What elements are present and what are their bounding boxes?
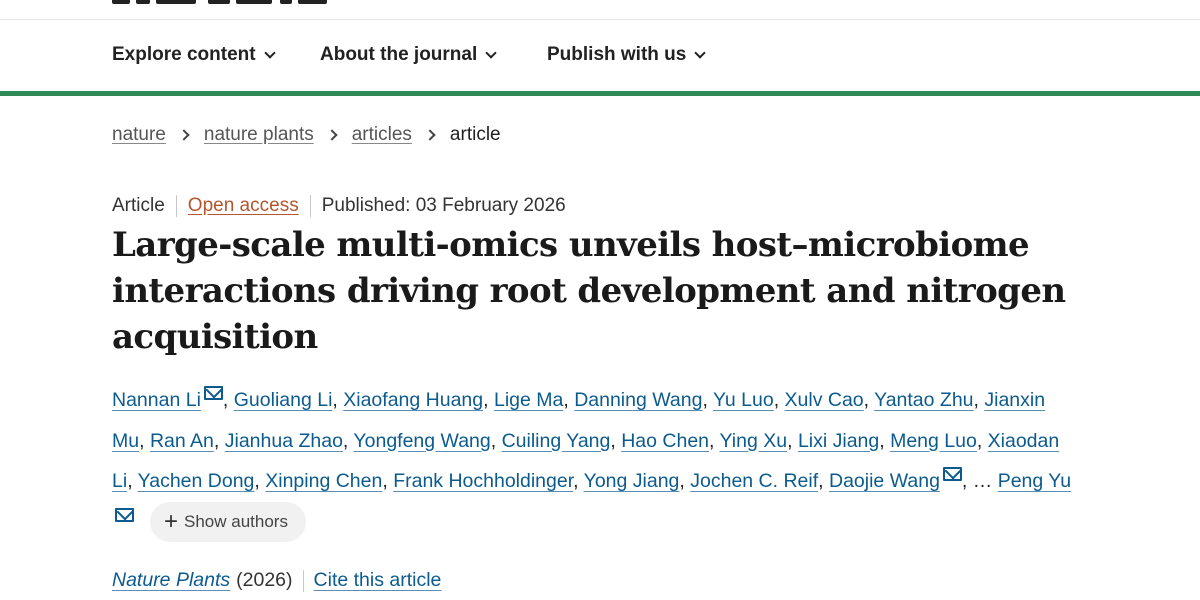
author-link[interactable]: Lixi Jiang xyxy=(798,430,879,452)
plus-icon: + xyxy=(164,508,179,536)
author-link[interactable]: Jianhua Zhao xyxy=(225,430,343,452)
author-link[interactable]: Ying Xu xyxy=(720,430,788,452)
journal-link[interactable]: Nature Plants xyxy=(112,569,230,592)
author-separator: , xyxy=(961,470,973,492)
author-separator: , xyxy=(773,389,785,411)
author-separator: , xyxy=(213,429,225,452)
author-link[interactable]: Yu Luo xyxy=(713,389,774,411)
nav-publish-with-us-label: Publish with us xyxy=(547,44,687,65)
nav-explore-content-label: Explore content xyxy=(112,44,256,65)
author-separator: , xyxy=(679,470,691,492)
author-separator: , xyxy=(342,429,354,452)
author-link[interactable]: Xiaofang Huang xyxy=(343,389,483,411)
breadcrumb-nature[interactable]: nature xyxy=(112,124,166,146)
nav-about-the-journal[interactable]: About the journal xyxy=(320,44,497,66)
author-link[interactable]: Meng Luo xyxy=(890,430,977,452)
author-link[interactable]: Ran An xyxy=(150,430,214,452)
author-separator: , xyxy=(563,389,575,411)
author-separator: , xyxy=(702,389,713,411)
breadcrumb-articles[interactable]: articles xyxy=(352,124,412,146)
author-link[interactable]: Yong Jiang xyxy=(584,470,680,492)
author-separator: , xyxy=(573,470,584,492)
top-strip xyxy=(0,0,1200,20)
author-link[interactable]: Guoliang Li xyxy=(234,389,333,411)
author-link[interactable]: Jochen C. Reif xyxy=(690,470,818,492)
author-link[interactable]: Danning Wang xyxy=(574,389,702,411)
show-authors-label: Show authors xyxy=(184,512,288,532)
author-link[interactable]: Nannan Li xyxy=(112,389,201,411)
author-separator: , xyxy=(709,429,720,452)
author-separator: , xyxy=(254,470,266,492)
author-link[interactable]: Peng Yu xyxy=(998,470,1071,492)
author-separator: , xyxy=(490,429,502,452)
mail-icon[interactable] xyxy=(203,386,223,400)
chevron-down-icon xyxy=(263,46,276,59)
open-access-link[interactable]: Open access xyxy=(188,195,299,217)
breadcrumb-current: article xyxy=(449,124,501,145)
main-nav: Explore content About the journal Publis… xyxy=(0,20,1200,91)
citation-line: Nature Plants (2026) Cite this article xyxy=(112,569,441,592)
article-meta: Article Open access Published: 03 Februa… xyxy=(112,195,566,217)
citation-year: (2026) xyxy=(236,569,293,591)
mail-icon[interactable] xyxy=(115,507,134,522)
author-link[interactable]: Frank Hochholdinger xyxy=(393,470,573,492)
chevron-right-icon xyxy=(326,129,338,141)
author-separator: , xyxy=(127,470,138,492)
author-link[interactable]: Xinping Chen xyxy=(265,470,382,492)
author-separator: , xyxy=(610,429,622,452)
nav-about-the-journal-label: About the journal xyxy=(320,44,478,65)
published-date: Published: 03 February 2026 xyxy=(321,195,566,216)
author-link[interactable]: Yongfeng Wang xyxy=(353,430,490,452)
breadcrumb-nature-plants[interactable]: nature plants xyxy=(204,124,314,146)
divider xyxy=(302,569,304,592)
author-link[interactable]: Yachen Dong xyxy=(138,470,255,492)
article-title: Large-scale multi-omics unveils host–mic… xyxy=(112,225,1066,357)
nav-publish-with-us[interactable]: Publish with us xyxy=(547,44,707,66)
author-ellipsis: … xyxy=(972,470,993,492)
author-separator: , xyxy=(879,429,891,452)
author-separator: , xyxy=(787,429,798,452)
article-type: Article xyxy=(112,195,165,216)
author-link[interactable]: Daojie Wang xyxy=(829,470,940,492)
author-separator: , xyxy=(139,429,150,452)
divider xyxy=(175,195,177,217)
author-separator: , xyxy=(863,389,875,411)
author-separator: , xyxy=(818,470,829,492)
author-link[interactable]: Hao Chen xyxy=(621,430,709,452)
author-link[interactable]: Cuiling Yang xyxy=(502,430,611,452)
divider xyxy=(309,195,311,217)
author-link[interactable]: Yantao Zhu xyxy=(874,389,973,411)
author-list: Nannan Li, Guoliang Li, Xiaofang Huang, … xyxy=(112,380,1082,543)
journal-logo[interactable] xyxy=(112,0,327,4)
breadcrumb: nature nature plants articles article xyxy=(112,124,501,146)
mail-icon[interactable] xyxy=(942,467,962,481)
author-separator: , xyxy=(973,389,985,411)
author-link[interactable]: Xulv Cao xyxy=(785,389,864,411)
author-link[interactable]: Lige Ma xyxy=(494,389,563,411)
nav-explore-content[interactable]: Explore content xyxy=(112,44,276,66)
chevron-down-icon xyxy=(485,46,497,59)
chevron-down-icon xyxy=(694,46,707,59)
chevron-right-icon xyxy=(424,129,436,141)
chevron-right-icon xyxy=(178,129,190,141)
author-separator: , xyxy=(382,470,394,492)
accent-bar xyxy=(0,91,1200,96)
cite-this-article-link[interactable]: Cite this article xyxy=(314,569,442,592)
author-separator: , xyxy=(483,389,494,411)
author-separator: , xyxy=(332,389,344,411)
author-separator: , xyxy=(976,429,988,452)
show-authors-button[interactable]: + Show authors xyxy=(150,502,306,543)
author-separator: , xyxy=(222,389,234,411)
